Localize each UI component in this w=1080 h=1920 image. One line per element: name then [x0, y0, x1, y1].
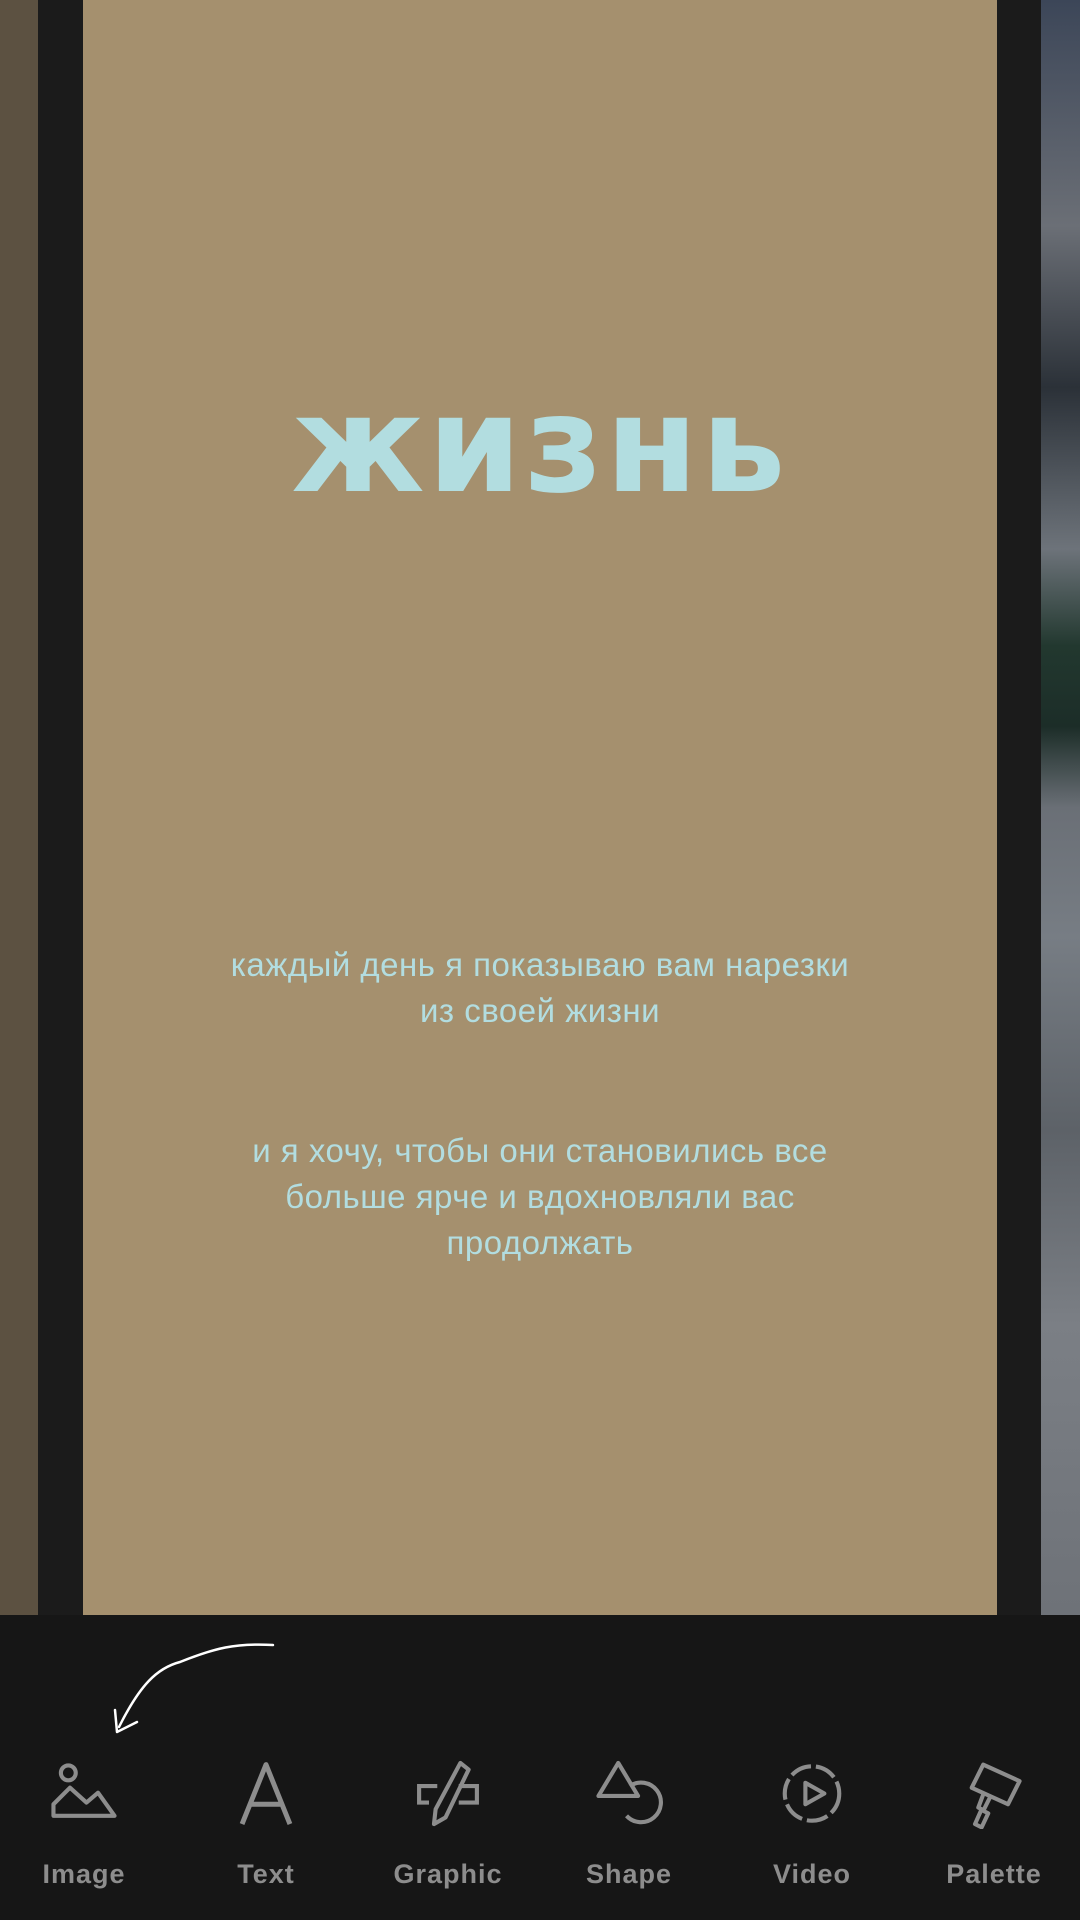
shape-tool-button[interactable]: Shape	[554, 1730, 704, 1890]
image-tool-label: Image	[42, 1859, 126, 1889]
video-icon	[782, 1764, 842, 1823]
text-icon	[239, 1762, 293, 1825]
hand-drawn-arrow-icon	[113, 1643, 275, 1734]
video-tool-label: Video	[772, 1859, 852, 1889]
video-tool-button[interactable]: Video	[737, 1730, 887, 1890]
text-tool-button[interactable]: Text	[191, 1730, 341, 1890]
body-paragraph-1[interactable]: каждый день я показываю вам нарезки из с…	[223, 942, 857, 1034]
next-page-preview[interactable]	[1041, 0, 1080, 1615]
body-paragraph-2[interactable]: и я хочу, чтобы они становились все боль…	[223, 1128, 857, 1266]
previous-page-preview[interactable]	[0, 0, 38, 1615]
palette-icon	[969, 1762, 1022, 1829]
graphic-tool-label: Graphic	[393, 1859, 503, 1889]
design-page[interactable]: жизнь каждый день я показываю вам нарезк…	[83, 0, 997, 1615]
image-tool-button[interactable]: Image	[9, 1730, 159, 1890]
shape-icon	[596, 1760, 663, 1825]
graphic-icon	[417, 1760, 479, 1827]
headline-text[interactable]: жизнь	[83, 360, 997, 530]
palette-tool-label: Palette	[946, 1859, 1042, 1889]
canvas-area[interactable]: жизнь каждый день я показываю вам нарезк…	[0, 0, 1080, 1615]
graphic-tool-button[interactable]: Graphic	[373, 1730, 523, 1890]
text-tool-label: Text	[237, 1859, 295, 1889]
image-icon	[51, 1763, 117, 1818]
shape-tool-label: Shape	[585, 1859, 673, 1889]
palette-tool-button[interactable]: Palette	[919, 1730, 1069, 1890]
